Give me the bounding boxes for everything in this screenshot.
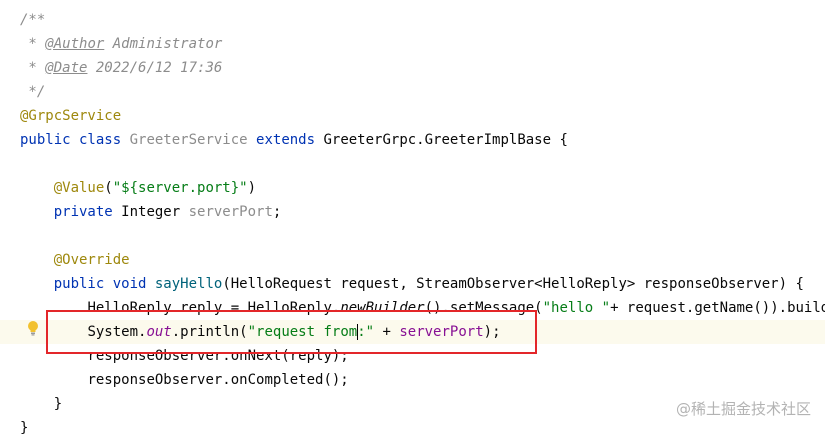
request-string: "request from — [247, 324, 358, 340]
plus-operator: + — [374, 324, 400, 340]
hello-string: "hello " — [542, 300, 611, 316]
method-say-hello: sayHello — [154, 276, 223, 292]
override-annotation: @Override — [53, 252, 130, 268]
code-line-1: /** — [20, 8, 825, 32]
code-fragment: HelloReply reply = HelloReply. — [87, 300, 341, 316]
keyword-class: class — [70, 132, 130, 148]
class-name: GreeterService — [129, 132, 248, 148]
watermark: @稀土掘金技术社区 — [675, 400, 811, 418]
comment-close: */ — [20, 84, 46, 100]
println-call: .println( — [171, 324, 248, 340]
statement-end: ); — [483, 324, 501, 340]
keyword-extends: extends — [247, 132, 324, 148]
editor-gutter[interactable] — [0, 0, 14, 437]
code-line-5: @GrpcService — [20, 104, 825, 128]
code-fragment: ().setMessage( — [424, 300, 543, 316]
code-line-3: * @Date 2022/6/12 17:36 — [20, 56, 825, 80]
code-editor[interactable]: /** * @Author Administrator * @Date 2022… — [0, 0, 825, 437]
paren-close: ) — [247, 180, 257, 196]
date-value: 2022/6/12 17:36 — [87, 60, 223, 76]
code-line-11: @Override — [20, 248, 825, 272]
semicolon: ; — [272, 204, 282, 220]
comment-star: * — [20, 36, 46, 52]
code-line-6: public class GreeterService extends Gree… — [20, 128, 825, 152]
code-line-14-current[interactable]: System.out.println("request from:" + ser… — [0, 320, 825, 344]
field-server-port: serverPort — [188, 204, 273, 220]
comment-star: * — [20, 60, 46, 76]
system-class: System. — [87, 324, 147, 340]
keyword-public: public — [53, 276, 105, 292]
on-completed-call: responseObserver.onCompleted(); — [87, 372, 349, 388]
value-string: "${server.port}" — [112, 180, 248, 196]
lightbulb-icon[interactable] — [26, 320, 40, 336]
new-builder-call: newBuilder — [340, 300, 425, 316]
code-line-15: responseObserver.onNext(reply); — [20, 344, 825, 368]
code-fragment: + request.getName()).build(); — [610, 300, 825, 316]
code-line-8: @Value("${server.port}") — [20, 176, 825, 200]
paren-open: ( — [104, 180, 113, 196]
type-integer: Integer — [112, 204, 189, 220]
code-line-2: * @Author Administrator — [20, 32, 825, 56]
author-value: Administrator — [104, 36, 223, 52]
code-line-16: responseObserver.onCompleted(); — [20, 368, 825, 392]
code-line-12: public void sayHello(HelloRequest reques… — [20, 272, 825, 296]
method-params: (HelloRequest request, StreamObserver<He… — [222, 276, 804, 292]
value-annotation: @Value — [53, 180, 105, 196]
comment-open: /** — [20, 12, 46, 28]
code-line-9: private Integer serverPort; — [20, 200, 825, 224]
class-close-brace: } — [20, 420, 29, 436]
on-next-call: responseObserver.onNext(reply); — [87, 348, 349, 364]
request-string-end: :" — [357, 324, 375, 340]
keyword-void: void — [104, 276, 155, 292]
date-doc-tag: @Date — [45, 60, 88, 76]
code-line-13: HelloReply reply = HelloReply.newBuilder… — [20, 296, 825, 320]
grpc-service-annotation: @GrpcService — [20, 108, 122, 124]
base-class: GreeterGrpc.GreeterImplBase { — [323, 132, 568, 148]
server-port-ref: serverPort — [399, 324, 484, 340]
code-line-18: } — [20, 416, 825, 440]
method-close-brace: } — [53, 396, 63, 412]
keyword-public: public — [20, 132, 71, 148]
code-line-4: */ — [20, 80, 825, 104]
static-out-field: out — [146, 324, 172, 340]
author-doc-tag: @Author — [45, 36, 105, 52]
keyword-private: private — [53, 204, 113, 220]
